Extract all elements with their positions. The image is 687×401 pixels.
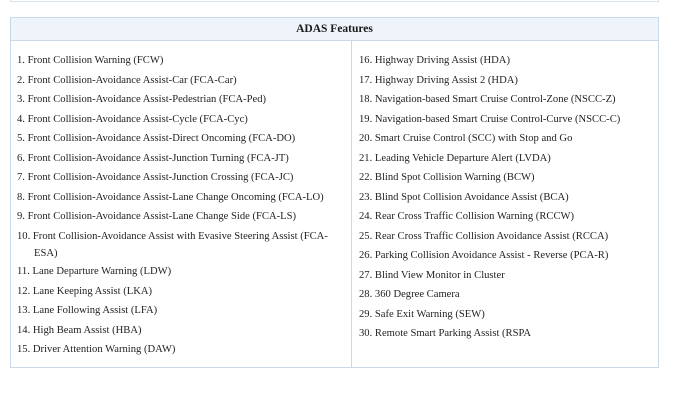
- feature-name: Parking Collision Avoidance Assist - Rev…: [374, 250, 609, 261]
- feature-list-item: 22. Blind Spot Collision Warning (BCW): [359, 168, 658, 188]
- feature-list-item: 23. Blind Spot Collision Avoidance Assis…: [359, 188, 658, 208]
- feature-list-item: 29. Safe Exit Warning (SEW): [359, 305, 658, 325]
- feature-number: 30.: [359, 328, 373, 339]
- feature-number: 28.: [359, 289, 373, 300]
- feature-number: 18.: [359, 94, 373, 105]
- feature-list-item: 17. Highway Driving Assist 2 (HDA): [359, 71, 658, 91]
- feature-name: Highway Driving Assist 2 (HDA): [374, 74, 518, 86]
- feature-number: 8.: [17, 191, 25, 203]
- feature-list-item: 11. Lane Departure Warning (LDW): [17, 262, 351, 282]
- feature-list-item: 5. Front Collision-Avoidance Assist-Dire…: [17, 129, 351, 149]
- feature-list-item: 2. Front Collision-Avoidance Assist-Car …: [17, 71, 351, 91]
- feature-number: 1.: [17, 55, 25, 66]
- feature-number: 20.: [359, 133, 373, 144]
- feature-number: 26.: [359, 250, 373, 261]
- feature-number: 23.: [359, 191, 373, 203]
- feature-list-item: 15. Driver Attention Warning (DAW): [17, 340, 351, 360]
- feature-list-item: 20. Smart Cruise Control (SCC) with Stop…: [359, 129, 658, 149]
- feature-number: 4.: [17, 113, 25, 125]
- feature-list-item: 18. Navigation-based Smart Cruise Contro…: [359, 90, 658, 110]
- feature-number: 22.: [359, 172, 373, 183]
- feature-name: Lane Keeping Assist (LKA): [32, 285, 153, 297]
- feature-name: Front Collision-Avoidance Assist-Direct …: [27, 133, 296, 144]
- feature-number: 29.: [359, 308, 373, 320]
- feature-number: 6.: [17, 152, 25, 164]
- feature-list-item: 16. Highway Driving Assist (HDA): [359, 51, 658, 71]
- previous-table-bottom-edge: [10, 0, 659, 2]
- feature-list-item: 21. Leading Vehicle Departure Alert (LVD…: [359, 149, 658, 169]
- feature-list-item: 19. Navigation-based Smart Cruise Contro…: [359, 110, 658, 130]
- feature-number: 5.: [17, 133, 25, 144]
- right-column: 16. Highway Driving Assist (HDA) 17. High…: [352, 41, 658, 367]
- feature-number: 19.: [359, 113, 373, 125]
- feature-name: Navigation-based Smart Cruise Control-Cu…: [374, 113, 621, 125]
- table-body: 1. Front Collision Warning (FCW) 2. Front…: [11, 41, 658, 367]
- feature-number: 11.: [17, 266, 30, 277]
- feature-name: Lane Following Assist (LFA): [32, 305, 158, 316]
- feature-name: Lane Departure Warning (LDW): [32, 266, 172, 277]
- feature-name: High Beam Assist (HBA): [32, 324, 142, 336]
- feature-number: 14.: [17, 324, 31, 336]
- feature-name: Driver Attention Warning (DAW): [32, 344, 176, 355]
- feature-number: 27.: [359, 269, 373, 281]
- feature-list-item: 14. High Beam Assist (HBA): [17, 321, 351, 341]
- feature-list-item: 3. Front Collision-Avoidance Assist-Pede…: [17, 90, 351, 110]
- feature-name: Blind View Monitor in Cluster: [374, 269, 505, 281]
- feature-number: 7.: [17, 172, 25, 183]
- feature-list-item: 8. Front Collision-Avoidance Assist-Lane…: [17, 188, 351, 208]
- left-feature-list: 1. Front Collision Warning (FCW) 2. Front…: [11, 41, 351, 360]
- feature-name: Front Collision-Avoidance Assist-Cycle (…: [27, 113, 248, 125]
- feature-list-item: 13. Lane Following Assist (LFA): [17, 301, 351, 321]
- feature-number: 15.: [17, 344, 31, 355]
- feature-number: 10.: [17, 230, 31, 242]
- feature-list-item: 9. Front Collision-Avoidance Assist-Lane…: [17, 207, 351, 227]
- feature-name: Front Collision Warning (FCW): [27, 55, 164, 66]
- feature-list-item: 25. Rear Cross Traffic Collision Avoidan…: [359, 227, 658, 247]
- feature-number: 16.: [359, 55, 373, 66]
- feature-list-item: 1. Front Collision Warning (FCW): [17, 51, 351, 71]
- feature-name: Remote Smart Parking Assist (RSPA: [374, 328, 532, 339]
- feature-name: Blind Spot Collision Warning (BCW): [374, 172, 535, 183]
- feature-name: Safe Exit Warning (SEW): [374, 308, 485, 320]
- feature-name: Front Collision-Avoidance Assist-Pedestr…: [27, 94, 267, 105]
- adas-features-table: ADAS Features 1. Front Collision Warning…: [10, 17, 659, 368]
- feature-list-item: 27. Blind View Monitor in Cluster: [359, 266, 658, 286]
- feature-name: Rear Cross Traffic Collision Avoidance A…: [374, 230, 609, 242]
- feature-name: Front Collision-Avoidance Assist-Car (FC…: [27, 74, 237, 86]
- feature-name: 360 Degree Camera: [374, 289, 460, 300]
- feature-list-item: 30. Remote Smart Parking Assist (RSPA: [359, 324, 658, 344]
- feature-number: 3.: [17, 94, 25, 105]
- feature-name: Blind Spot Collision Avoidance Assist (B…: [374, 191, 569, 203]
- feature-name-continuation: ESA): [34, 248, 58, 259]
- feature-name: Front Collision-Avoidance Assist-Junctio…: [27, 172, 294, 183]
- feature-name: Leading Vehicle Departure Alert (LVDA): [374, 152, 551, 164]
- feature-number: 21.: [359, 152, 373, 164]
- right-feature-list: 16. Highway Driving Assist (HDA) 17. High…: [352, 41, 658, 344]
- feature-name: Navigation-based Smart Cruise Control-Zo…: [374, 94, 616, 105]
- feature-list-item: 10. Front Collision-Avoidance Assist wit…: [17, 227, 347, 263]
- feature-list-item: 12. Lane Keeping Assist (LKA): [17, 282, 351, 302]
- feature-list-item: 6. Front Collision-Avoidance Assist-Junc…: [17, 149, 351, 169]
- table-header-title: ADAS Features: [11, 18, 658, 41]
- feature-list-item: 4. Front Collision-Avoidance Assist-Cycl…: [17, 110, 351, 130]
- feature-name: Front Collision-Avoidance Assist-Lane Ch…: [27, 191, 324, 203]
- feature-number: 25.: [359, 230, 373, 242]
- feature-number: 13.: [17, 305, 31, 316]
- feature-list-item: 7. Front Collision-Avoidance Assist-Junc…: [17, 168, 351, 188]
- feature-number: 17.: [359, 74, 373, 86]
- feature-name: Smart Cruise Control (SCC) with Stop and…: [374, 133, 573, 144]
- feature-number: 12.: [17, 285, 31, 297]
- feature-name: Front Collision-Avoidance Assist-Junctio…: [27, 152, 289, 164]
- feature-name: Front Collision-Avoidance Assist with Ev…: [32, 230, 328, 242]
- feature-number: 9.: [17, 211, 25, 222]
- feature-list-item: 26. Parking Collision Avoidance Assist -…: [359, 246, 658, 266]
- feature-list-item: 28. 360 Degree Camera: [359, 285, 658, 305]
- feature-number: 2.: [17, 74, 25, 86]
- feature-name: Front Collision-Avoidance Assist-Lane Ch…: [27, 211, 297, 222]
- feature-list-item: 24. Rear Cross Traffic Collision Warning…: [359, 207, 658, 227]
- feature-name: Rear Cross Traffic Collision Warning (RC…: [374, 211, 575, 222]
- feature-number: 24.: [359, 211, 373, 222]
- left-column: 1. Front Collision Warning (FCW) 2. Front…: [11, 41, 352, 367]
- feature-name: Highway Driving Assist (HDA): [374, 55, 510, 66]
